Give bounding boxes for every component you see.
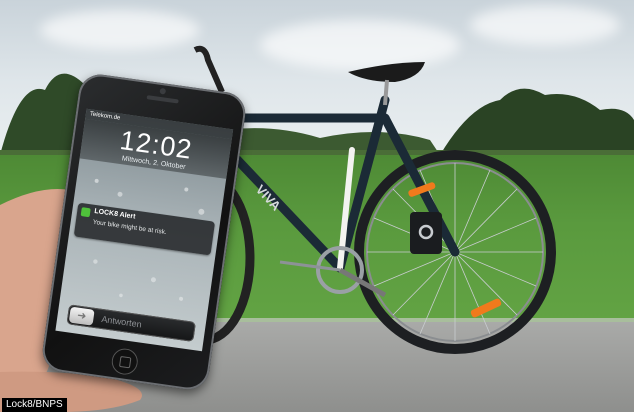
photo-scene: VIVA Telekom.de 12:02 Mittwoch, 2. Oktob… [0, 0, 634, 412]
notification-title: LOCK8 Alert [93, 207, 136, 221]
notification-message: Your bike might be at risk. [92, 218, 168, 237]
photo-credit: Lock8/BNPS [2, 398, 67, 412]
message-app-icon [80, 207, 91, 218]
phone-lock-screen: Telekom.de 12:02 Mittwoch, 2. Oktober LO… [55, 108, 234, 352]
arrow-right-icon[interactable]: ➜ [68, 306, 95, 326]
